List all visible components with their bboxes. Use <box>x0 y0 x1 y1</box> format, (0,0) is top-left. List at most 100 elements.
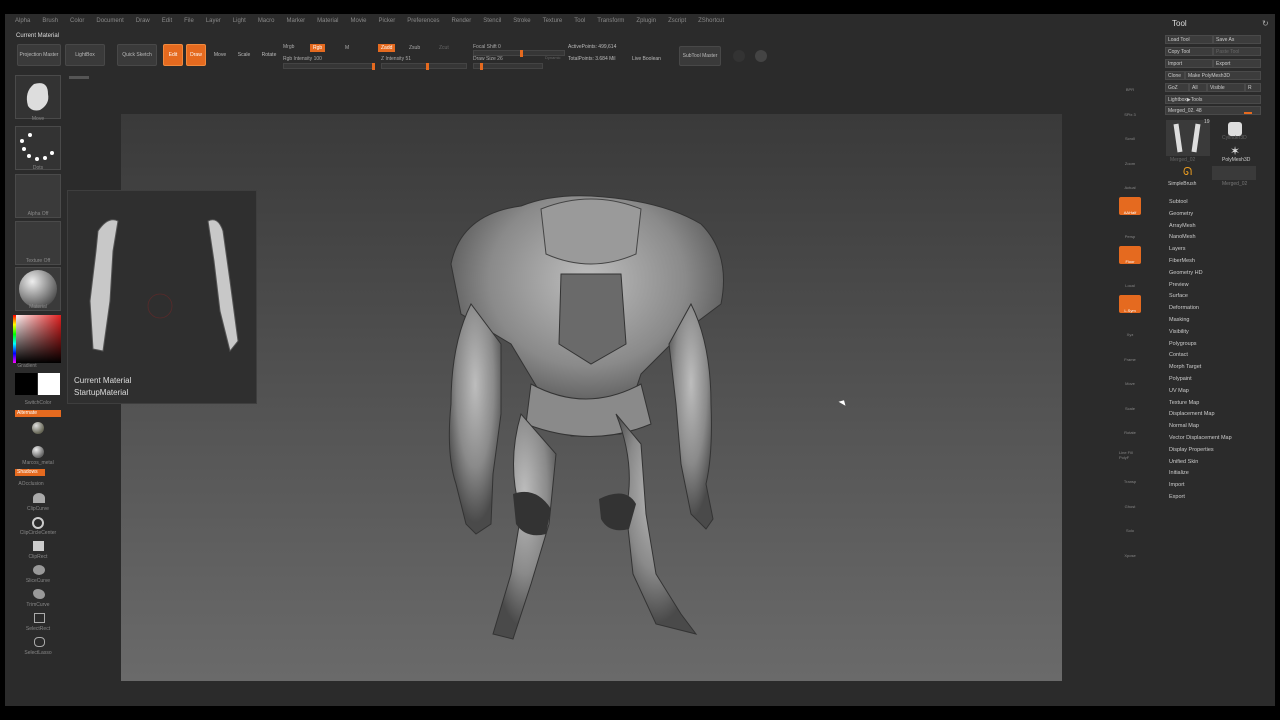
clip-curve-button[interactable]: ClipCurve <box>5 506 71 512</box>
menu-layer[interactable]: Layer <box>206 18 221 32</box>
canvas-viewport[interactable] <box>121 114 1062 681</box>
matcap-icon[interactable] <box>32 422 44 434</box>
right-shelf-frame[interactable]: Frame <box>1119 344 1141 362</box>
shadows-toggle[interactable]: Shadows <box>15 469 45 476</box>
copy-tool-button[interactable]: Copy Tool <box>1165 47 1213 56</box>
tool-thumb-merged-2[interactable] <box>1212 166 1256 180</box>
aocclusion-toggle[interactable]: AOcclusion <box>5 481 57 487</box>
quick-sketch-button[interactable]: Quick Sketch <box>117 44 157 66</box>
menu-edit[interactable]: Edit <box>162 18 172 32</box>
slice-curve-button[interactable]: SliceCurve <box>5 578 71 584</box>
zsub-toggle[interactable]: Zsub <box>409 45 420 51</box>
import-button[interactable]: Import <box>1165 59 1213 68</box>
switch-color-button[interactable]: SwitchColor <box>5 400 71 406</box>
z-intensity-slider[interactable] <box>381 63 467 70</box>
make-polymesh-button[interactable]: Make PolyMesh3D <box>1185 71 1261 80</box>
tool-menu-displacement-map[interactable]: Displacement Map <box>1169 409 1269 421</box>
live-boolean-toggle[interactable]: Live Boolean <box>632 56 661 62</box>
right-shelf-line-fill-polyf[interactable]: Line Fill PolyF <box>1119 442 1141 460</box>
menu-light[interactable]: Light <box>233 18 246 32</box>
tool-menu-preview[interactable]: Preview <box>1169 280 1269 292</box>
tool-menu-masking[interactable]: Masking <box>1169 315 1269 327</box>
right-shelf-move[interactable]: Move <box>1119 368 1141 386</box>
tool-thumb-merged[interactable] <box>1166 120 1210 156</box>
menu-stencil[interactable]: Stencil <box>483 18 501 32</box>
menu-picker[interactable]: Picker <box>379 18 396 32</box>
tool-menu-uv-map[interactable]: UV Map <box>1169 386 1269 398</box>
rgb-toggle[interactable]: Rgb <box>310 44 326 52</box>
right-shelf-solo[interactable]: Solo <box>1119 515 1141 533</box>
tool-menu-unified-skin[interactable]: Unified Skin <box>1169 457 1269 469</box>
menu-zshortcut[interactable]: ZShortcut <box>698 18 724 32</box>
select-rect-button[interactable]: SelectRect <box>5 626 71 632</box>
primary-color-swatch[interactable] <box>38 373 60 395</box>
menu-alpha[interactable]: Alpha <box>15 18 30 32</box>
secondary-color-swatch[interactable] <box>15 373 37 395</box>
right-shelf-xpose[interactable]: Xpose <box>1119 540 1141 558</box>
circle-icon[interactable] <box>733 50 745 62</box>
tool-menu-visibility[interactable]: Visibility <box>1169 327 1269 339</box>
right-shelf-ghost[interactable]: Ghost <box>1119 491 1141 509</box>
menu-movie[interactable]: Movie <box>351 18 367 32</box>
tool-menu-geometry[interactable]: Geometry <box>1169 209 1269 221</box>
visible-button[interactable]: Visible <box>1207 83 1245 92</box>
tool-slider-knob[interactable] <box>1244 112 1252 114</box>
menu-texture[interactable]: Texture <box>543 18 563 32</box>
zadd-toggle[interactable]: Zadd <box>378 44 396 52</box>
menu-color[interactable]: Color <box>70 18 84 32</box>
shelf-scroll-handle[interactable] <box>69 76 89 79</box>
tool-menu-arraymesh[interactable]: ArrayMesh <box>1169 221 1269 233</box>
tool-menu-display-properties[interactable]: Display Properties <box>1169 445 1269 457</box>
right-shelf-rotate[interactable]: Rotate <box>1119 417 1141 435</box>
edit-button[interactable]: Edit <box>163 44 183 66</box>
trim-curve-button[interactable]: TrimCurve <box>5 602 71 608</box>
menu-brush[interactable]: Brush <box>42 18 58 32</box>
right-shelf-local[interactable]: Local <box>1119 270 1141 288</box>
tool-menu-contact[interactable]: Contact <box>1169 350 1269 362</box>
tool-menu-surface[interactable]: Surface <box>1169 291 1269 303</box>
mrgb-toggle[interactable]: Mrgb <box>283 44 294 50</box>
menu-draw[interactable]: Draw <box>136 18 150 32</box>
refresh-icon[interactable]: ↻ <box>1262 19 1269 28</box>
m-toggle[interactable]: M <box>345 45 349 51</box>
tool-menu-import[interactable]: Import <box>1169 480 1269 492</box>
projection-master-button[interactable]: Projection Master <box>17 44 61 66</box>
load-tool-button[interactable]: Load Tool <box>1165 35 1213 44</box>
hue-strip[interactable] <box>13 315 16 363</box>
menu-zplugin[interactable]: Zplugin <box>636 18 656 32</box>
right-shelf-l-sym[interactable]: L.Sym <box>1119 294 1141 313</box>
menu-stroke[interactable]: Stroke <box>513 18 530 32</box>
rgb-intensity-slider[interactable] <box>283 63 375 70</box>
dynamic-toggle[interactable]: Dynamic <box>545 55 561 60</box>
color-picker[interactable] <box>13 315 61 363</box>
menu-zscript[interactable]: Zscript <box>668 18 686 32</box>
cylinder-thumb-icon[interactable] <box>1228 122 1242 136</box>
subtool-master-button[interactable]: SubTool Master <box>679 46 721 66</box>
menu-document[interactable]: Document <box>96 18 123 32</box>
all-button[interactable]: All <box>1189 83 1207 92</box>
tool-menu-normal-map[interactable]: Normal Map <box>1169 421 1269 433</box>
clip-rect-button[interactable]: ClipRect <box>5 554 71 560</box>
menu-preferences[interactable]: Preferences <box>407 18 439 32</box>
save-as-button[interactable]: Save As <box>1213 35 1261 44</box>
scale-button[interactable]: Scale <box>234 44 254 66</box>
right-shelf-zoom[interactable]: Zoom <box>1119 148 1141 166</box>
sphere-icon[interactable] <box>755 50 767 62</box>
clone-button[interactable]: Clone <box>1165 71 1185 80</box>
right-shelf-bpr[interactable]: BPR <box>1119 74 1141 92</box>
export-button[interactable]: Export <box>1213 59 1261 68</box>
zcut-toggle[interactable]: Zcut <box>439 45 449 51</box>
menu-marker[interactable]: Marker <box>286 18 305 32</box>
simplebrush-icon[interactable]: ᘏ <box>1183 166 1192 179</box>
right-shelf-floor[interactable]: Floor <box>1119 245 1141 264</box>
r-button[interactable]: R <box>1245 83 1261 92</box>
alternate-toggle[interactable]: Alternate <box>15 410 61 417</box>
tool-menu-deformation[interactable]: Deformation <box>1169 303 1269 315</box>
menu-file[interactable]: File <box>184 18 194 32</box>
tool-menu-fibermesh[interactable]: FiberMesh <box>1169 256 1269 268</box>
tool-menu-vector-displacement-map[interactable]: Vector Displacement Map <box>1169 433 1269 445</box>
right-shelf-persp[interactable]: Persp <box>1119 221 1141 239</box>
right-shelf-aahalf[interactable]: AAHalf <box>1119 196 1141 215</box>
right-shelf-xyz[interactable]: Xyz <box>1119 319 1141 337</box>
polymesh-star-icon[interactable]: ✶ <box>1230 144 1240 158</box>
